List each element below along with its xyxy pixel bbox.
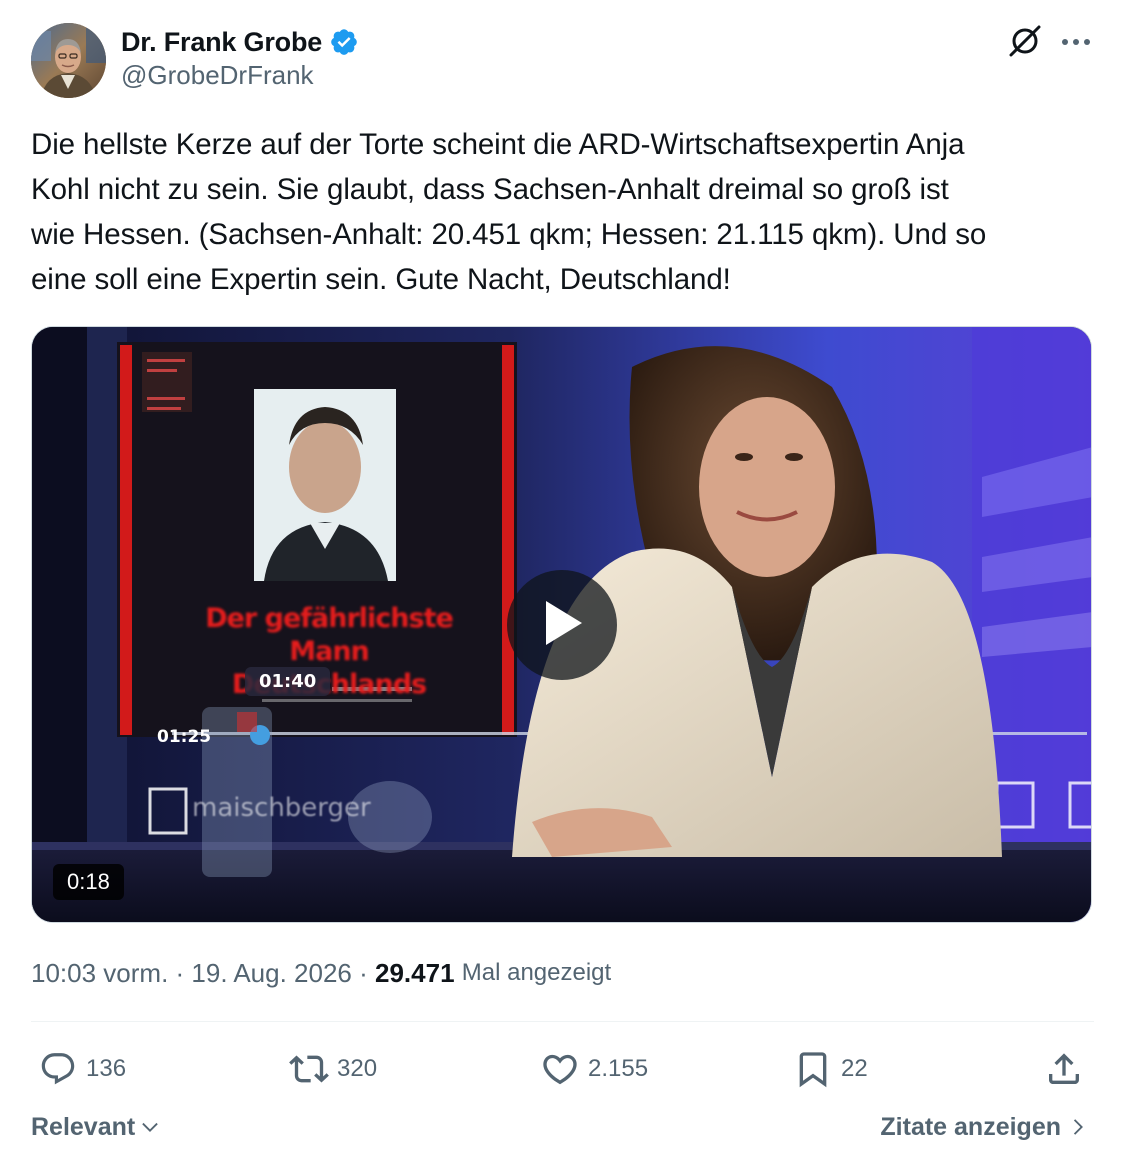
bookmark-count: 22 <box>841 1055 868 1082</box>
author-name-row[interactable]: Dr. Frank Grobe <box>121 24 359 60</box>
bookmark-button[interactable]: 22 <box>793 1046 868 1092</box>
retweet-icon <box>289 1049 329 1089</box>
tweet-meta: 10:03 vorm. · 19. Aug. 2026 · 29.471 Mal… <box>31 955 611 991</box>
video-duration-badge: 0:18 <box>53 864 124 900</box>
bookmark-icon <box>793 1049 833 1089</box>
sort-label: Relevant <box>31 1112 136 1141</box>
play-button[interactable] <box>507 570 617 680</box>
author-display-name[interactable]: Dr. Frank Grobe <box>121 27 322 58</box>
share-button[interactable] <box>1044 1046 1084 1092</box>
reply-sort-dropdown[interactable]: Relevant <box>31 1108 161 1146</box>
tweet-text: Die hellste Kerze auf der Torte scheint … <box>31 128 987 296</box>
avatar[interactable] <box>31 23 106 98</box>
video-inner-current-time: 01:25 <box>157 727 212 747</box>
share-icon <box>1044 1049 1084 1089</box>
video-show-brand: maischberger <box>192 793 371 823</box>
tweet-time[interactable]: 10:03 vorm. <box>31 958 168 989</box>
chevron-right-icon <box>1067 1116 1089 1138</box>
quotes-label: Zitate anzeigen <box>880 1112 1061 1141</box>
grok-button[interactable] <box>1006 24 1044 62</box>
reply-count: 136 <box>86 1055 127 1082</box>
views-label: Mal angezeigt <box>461 959 612 986</box>
video-player[interactable]: Der gefährlichste Mann Deutschlands mais… <box>31 326 1092 923</box>
tweet-article: Dr. Frank Grobe @GrobeDrFrank Die hellst… <box>0 0 1123 1166</box>
reply-icon <box>38 1049 78 1089</box>
more-button[interactable] <box>1057 24 1095 62</box>
grok-icon <box>1007 23 1043 64</box>
meta-separator: · <box>351 957 375 988</box>
heart-icon <box>540 1049 580 1089</box>
like-count: 2.155 <box>588 1055 649 1082</box>
views-count[interactable]: 29.471 <box>375 958 455 989</box>
author-handle[interactable]: @GrobeDrFrank <box>121 60 314 91</box>
more-horizontal-icon <box>1061 34 1091 52</box>
like-button[interactable]: 2.155 <box>540 1046 648 1092</box>
reply-button[interactable]: 136 <box>38 1046 126 1092</box>
retweet-button[interactable]: 320 <box>289 1046 377 1092</box>
verified-badge-icon[interactable] <box>329 27 359 57</box>
tweet-date[interactable]: 19. Aug. 2026 <box>191 958 351 989</box>
view-quotes-link[interactable]: Zitate anzeigen <box>880 1108 1089 1146</box>
retweet-count: 320 <box>337 1055 378 1082</box>
chevron-down-icon <box>139 1116 161 1138</box>
video-inner-hover-time: 01:40 <box>245 667 331 696</box>
play-icon <box>540 598 584 653</box>
divider <box>31 1021 1094 1022</box>
meta-separator: · <box>168 957 192 988</box>
